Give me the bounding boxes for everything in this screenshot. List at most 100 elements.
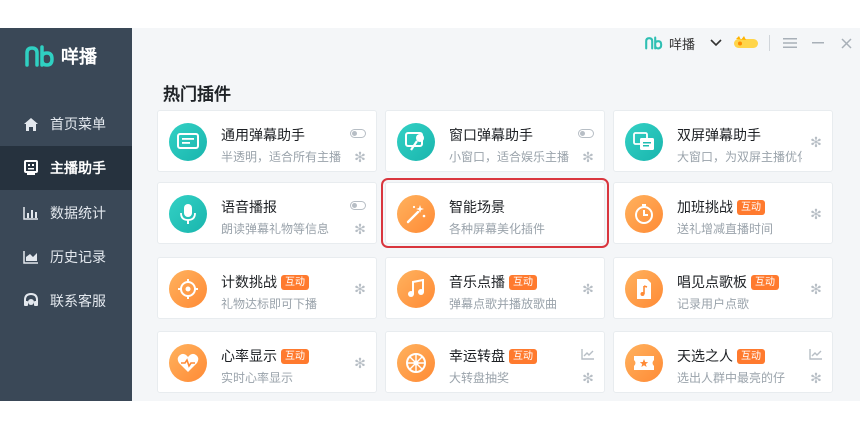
sidebar-item-label: 主播助手 [50, 161, 106, 177]
sidebar: 咩播 首页菜单 主播助手 数据统计 历史记录 联系客服 [0, 28, 132, 401]
plugin-title: 音乐点播 互动 [449, 272, 537, 292]
trend-chart-icon[interactable] [809, 348, 823, 360]
plugin-card-window-danmaku[interactable]: 窗口弹幕助手 小窗口，适合娱乐主播 ✻ [385, 110, 605, 172]
plugin-card-count-challenge[interactable]: 计数挑战 互动 礼物达标即可下播 ✻ [157, 257, 377, 319]
plugin-desc: 半透明，适合所有主播 [221, 150, 342, 164]
plugin-card-music-request[interactable]: 音乐点播 互动 弹幕点歌并播放歌曲 ✻ [385, 257, 605, 319]
target-icon [169, 270, 207, 308]
sidebar-item-label: 首页菜单 [50, 117, 106, 133]
sidebar-item-label: 数据统计 [50, 206, 106, 222]
app-logo: 咩播 [25, 42, 97, 70]
plugin-card-voice-broadcast[interactable]: 语音播报 朗读弹幕礼物等信息 ✻ [157, 182, 377, 244]
trend-chart-icon[interactable] [581, 348, 595, 360]
plugin-card-song-board[interactable]: 唱见点歌板 互动 记录用户点歌 ✻ [613, 257, 833, 319]
plugin-desc: 弹幕点歌并播放歌曲 [449, 297, 558, 311]
bar-chart-icon [22, 204, 40, 222]
vip-crown-icon[interactable] [733, 36, 759, 50]
sidebar-item-label: 联系客服 [50, 294, 106, 310]
plugin-title: 心率显示 互动 [221, 346, 309, 366]
plugin-title: 双屏弹幕助手 [677, 128, 761, 144]
user-logo-icon [645, 36, 663, 50]
plugin-card-overtime-challenge[interactable]: 加班挑战 互动 送礼增减直播时间 ✻ [613, 182, 833, 244]
plugin-desc: 大窗口，为双屏主播优化 [677, 150, 802, 164]
gear-icon[interactable]: ✻ [809, 372, 823, 386]
main-panel: 咩播 热门插件 通用弹幕助手 半透明，适合所有主播 ✻ 窗口弹幕助手 小窗口，适… [132, 28, 860, 401]
plugin-title-text: 加班挑战 [677, 200, 733, 216]
plugin-card-lucky-wheel[interactable]: 幸运转盘 互动 大转盘抽奖 ✻ [385, 331, 605, 393]
plugin-desc: 送礼增减直播时间 [677, 222, 774, 236]
gear-icon[interactable]: ✻ [809, 136, 823, 150]
plugin-title: 幸运转盘 互动 [449, 346, 537, 366]
plugin-card-dual-screen-danmaku[interactable]: 双屏弹幕助手 大窗口，为双屏主播优化 ✻ [613, 110, 833, 172]
gear-icon[interactable]: ✻ [581, 151, 595, 165]
plugin-title: 语音播报 [221, 200, 277, 216]
plugin-desc: 各种屏幕美化插件 [449, 222, 546, 236]
microphone-icon [169, 195, 207, 233]
username: 咩播 [668, 37, 695, 53]
plugin-desc: 礼物达标即可下播 [221, 297, 318, 311]
user-menu[interactable]: 咩播 [645, 34, 723, 53]
heart-rate-icon [169, 344, 207, 382]
assistant-icon [22, 159, 40, 177]
plugin-desc: 大转盘抽奖 [449, 371, 510, 385]
sidebar-item-home-menu[interactable]: 首页菜单 [0, 102, 132, 146]
toggle-switch[interactable] [578, 129, 594, 138]
plugin-title-text: 计数挑战 [221, 275, 277, 291]
plugin-title: 加班挑战 互动 [677, 197, 765, 217]
logo-icon [25, 45, 54, 67]
plugin-card-smart-scene[interactable]: 智能场景 各种屏幕美化插件 [381, 178, 609, 248]
plugin-desc: 选出人群中最亮的仔 [677, 371, 786, 385]
plugin-card-general-danmaku[interactable]: 通用弹幕助手 半透明，适合所有主播 ✻ [157, 110, 377, 172]
chat-window-icon [169, 123, 207, 161]
toggle-switch[interactable] [350, 129, 366, 138]
gear-icon[interactable]: ✻ [353, 223, 367, 237]
gear-icon[interactable]: ✻ [581, 372, 595, 386]
headset-icon [22, 292, 40, 310]
wheel-icon [397, 344, 435, 382]
sidebar-item-history[interactable]: 历史记录 [0, 235, 132, 279]
titlebar-divider [769, 35, 770, 51]
menu-icon[interactable] [776, 28, 804, 58]
gear-icon[interactable]: ✻ [809, 208, 823, 222]
plugin-card-heart-rate[interactable]: 心率显示 互动 实时心率显示 ✻ [157, 331, 377, 393]
gear-icon[interactable]: ✻ [353, 283, 367, 297]
music-note-icon [397, 270, 435, 308]
chevron-down-icon [710, 39, 722, 47]
plugin-title-text: 唱见点歌板 [677, 275, 747, 291]
interactive-tag: 互动 [281, 274, 309, 290]
plugin-title: 天选之人 互动 [677, 346, 765, 366]
plugin-desc: 实时心率显示 [221, 371, 294, 385]
song-list-icon [625, 270, 663, 308]
plugin-title-text: 幸运转盘 [449, 349, 505, 365]
history-icon [22, 248, 40, 266]
plugin-title: 智能场景 [449, 200, 505, 216]
home-icon [22, 115, 40, 133]
close-icon[interactable] [832, 28, 860, 58]
sidebar-item-statistics[interactable]: 数据统计 [0, 191, 132, 235]
stopwatch-icon [625, 195, 663, 233]
section-title: 热门插件 [163, 85, 231, 105]
plugin-title-text: 心率显示 [221, 349, 277, 365]
sidebar-item-customer-service[interactable]: 联系客服 [0, 279, 132, 323]
gear-icon[interactable]: ✻ [353, 357, 367, 371]
plugin-title-text: 天选之人 [677, 349, 733, 365]
gear-icon[interactable]: ✻ [581, 283, 595, 297]
toggle-switch[interactable] [350, 201, 366, 210]
plugin-desc: 记录用户点歌 [677, 297, 750, 311]
ticket-icon [625, 344, 663, 382]
plugin-desc: 朗读弹幕礼物等信息 [221, 222, 330, 236]
title-bar: 咩播 [132, 28, 860, 58]
gear-icon[interactable]: ✻ [353, 151, 367, 165]
interactive-tag: 互动 [751, 274, 779, 290]
microphone-chat-icon [397, 123, 435, 161]
plugin-title: 窗口弹幕助手 [449, 128, 533, 144]
logo-text: 咩播 [61, 47, 97, 68]
gear-icon[interactable]: ✻ [809, 283, 823, 297]
plugin-title: 计数挑战 互动 [221, 272, 309, 292]
minimize-icon[interactable] [804, 28, 832, 58]
dual-screen-icon [625, 123, 663, 161]
sidebar-item-streamer-assistant[interactable]: 主播助手 [0, 146, 132, 190]
plugin-card-chosen-one[interactable]: 天选之人 互动 选出人群中最亮的仔 ✻ [613, 331, 833, 393]
interactive-tag: 互动 [509, 274, 537, 290]
plugin-title-text: 音乐点播 [449, 275, 505, 291]
